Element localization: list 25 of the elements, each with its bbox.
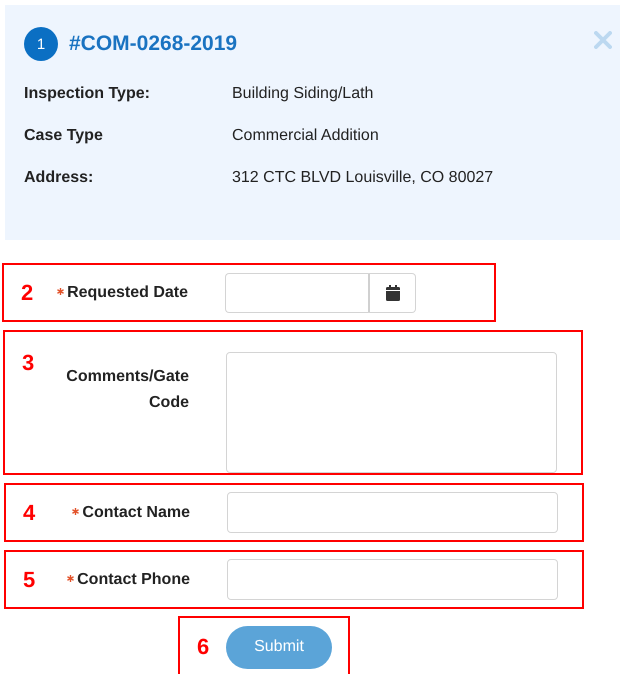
text-field[interactable] [227,559,558,600]
comments-field[interactable] [226,352,557,473]
field-value: 312 CTC BLVD Louisville, CO 80027 [232,169,494,187]
annotation-number: 4 [23,500,36,526]
annotation-number: 3 [22,350,36,376]
field-label: Case Type [24,127,104,145]
annotation-number: 5 [23,566,36,592]
field-label: Inspection Type: [24,85,151,103]
field-label: Address: [24,169,94,187]
submit-button[interactable]: Submit [226,626,332,668]
field-label: Contact Name [82,504,190,522]
step-badge: 1 [24,27,58,61]
field-label: Requested Date [67,284,188,302]
text-field[interactable] [227,492,558,533]
annotation-number: 6 [197,634,210,660]
field-label: Contact Phone [77,570,190,588]
field-value: Commercial Addition [232,127,380,145]
calendar-button[interactable] [370,272,416,312]
field-label: Comments/Gate Code [65,367,189,413]
field-value: Building Siding/Lath [232,85,374,103]
annotation-number: 2 [21,280,34,306]
case-number: #COM-0268-2019 [69,32,238,56]
date-field[interactable] [225,272,370,312]
calendar-icon [386,284,400,300]
close-icon[interactable] [594,31,612,49]
